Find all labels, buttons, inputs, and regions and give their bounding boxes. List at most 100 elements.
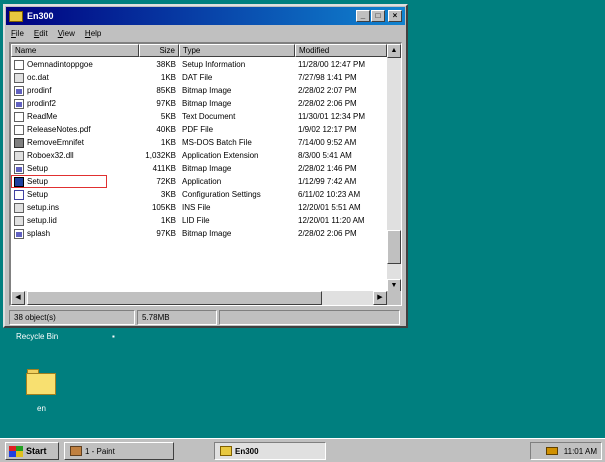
column-size[interactable]: Size: [139, 44, 179, 57]
cfg-file-icon: [14, 189, 24, 200]
file-row[interactable]: RemoveEmnifet 1KB MS-DOS Batch File 7/14/00…: [11, 136, 387, 149]
file-row[interactable]: Setup 72KB Application 1/12/99 7:42 AM: [11, 175, 387, 188]
file-name-cell: setup.ins: [11, 202, 139, 213]
doc-file-icon: [14, 59, 24, 70]
file-name: oc.dat: [27, 73, 49, 82]
file-type: Bitmap Image: [182, 229, 232, 238]
file-name: splash: [27, 229, 51, 238]
close-button[interactable]: ×: [388, 10, 402, 22]
file-row[interactable]: Setup 411KB Bitmap Image 2/28/02 1:46 PM: [11, 162, 387, 175]
bmp-file-icon: [14, 85, 24, 96]
sys-file-icon: [14, 150, 24, 161]
file-size: 1KB: [160, 216, 176, 225]
column-headers: Name Size Type Modified: [11, 44, 387, 57]
file-row[interactable]: Roboex32.dll 1,032KB Application Extension…: [11, 149, 387, 162]
file-type: Text Document: [182, 112, 236, 121]
file-row[interactable]: Oemnadintoppgoe 38KB Setup Information 11/2…: [11, 58, 387, 71]
file-size: 97KB: [156, 229, 176, 238]
file-name: Setup: [27, 164, 48, 173]
app-file-icon: [14, 137, 24, 148]
file-type: Setup Information: [182, 60, 246, 69]
scroll-thumb[interactable]: [387, 230, 401, 264]
file-row[interactable]: ReleaseNotes.pdf 40KB PDF File 1/9/02 12:17…: [11, 123, 387, 136]
status-empty-pane: [219, 310, 400, 325]
maximize-button[interactable]: □: [371, 10, 385, 22]
taskbar-en300-label: En300: [235, 446, 259, 456]
status-object-count: 38 object(s): [9, 310, 135, 325]
file-type: DAT File: [182, 73, 213, 82]
desktop-folder-icon[interactable]: [26, 369, 56, 395]
file-name: ReadMe: [27, 112, 58, 121]
file-size: 1KB: [160, 73, 176, 82]
file-size: 411KB: [152, 164, 176, 173]
file-modified: 11/28/00 12:47 PM: [298, 60, 366, 69]
file-row[interactable]: setup.ins 105KB INS File 12/20/01 5:51 AM: [11, 201, 387, 214]
doc-file-icon: [14, 111, 24, 122]
file-size: 1KB: [160, 138, 176, 147]
desktop-folder-label[interactable]: en: [37, 404, 46, 413]
title-bar[interactable]: En300 _ □ ×: [6, 7, 405, 25]
file-size: 97KB: [156, 99, 176, 108]
file-modified: 2/28/02 2:07 PM: [298, 86, 357, 95]
file-row[interactable]: oc.dat 1KB DAT File 7/27/98 1:41 PM: [11, 71, 387, 84]
file-name: prodinf: [27, 86, 52, 95]
file-type: Configuration Settings: [182, 190, 261, 199]
taskbar-paint-label: 1 - Paint: [85, 446, 115, 456]
vertical-scrollbar[interactable]: ▲ ▼: [387, 44, 401, 293]
file-row[interactable]: ReadMe 5KB Text Document 11/30/01 12:34 PM: [11, 110, 387, 123]
start-label: Start: [26, 446, 47, 456]
system-tray: 11:01 AM: [530, 442, 602, 460]
file-name: Setup: [27, 190, 48, 199]
file-name: prodinf2: [27, 99, 56, 108]
file-modified: 11/30/01 12:34 PM: [298, 112, 366, 121]
bmp-file-icon: [14, 163, 24, 174]
file-type: Bitmap Image: [182, 99, 232, 108]
menu-view[interactable]: View: [58, 29, 75, 38]
file-row[interactable]: setup.lid 1KB LID File 12/20/01 11:20 AM: [11, 214, 387, 227]
taskbar-en300-button[interactable]: En300: [214, 442, 326, 460]
file-modified: 12/20/01 11:20 AM: [298, 216, 365, 225]
hscroll-thumb[interactable]: [27, 291, 322, 305]
file-modified: 12/20/01 5:51 AM: [298, 203, 361, 212]
column-type[interactable]: Type: [179, 44, 295, 57]
file-modified: 1/12/99 7:42 AM: [298, 177, 357, 186]
scroll-left-button[interactable]: ◀: [11, 291, 25, 305]
taskbar-paint-button[interactable]: 1 - Paint: [64, 442, 174, 460]
scroll-up-button[interactable]: ▲: [387, 44, 401, 58]
file-row[interactable]: prodinf 85KB Bitmap Image 2/28/02 2:07 PM: [11, 84, 387, 97]
minimize-button[interactable]: _: [356, 10, 370, 22]
explorer-window: En300 _ □ × File Edit View Help Name Siz…: [3, 4, 408, 328]
recycle-bin-label[interactable]: Recycle Bin: [16, 332, 58, 341]
file-name-cell: Roboex32.dll: [11, 150, 139, 161]
scroll-right-button[interactable]: ▶: [373, 291, 387, 305]
column-modified[interactable]: Modified: [295, 44, 387, 57]
tray-app-icon[interactable]: [545, 447, 558, 455]
file-rows: Oemnadintoppgoe 38KB Setup Information 11/2…: [11, 58, 387, 240]
file-size: 38KB: [156, 60, 176, 69]
folder-icon: [220, 446, 232, 456]
file-name-cell: ReadMe: [11, 111, 139, 122]
file-row[interactable]: splash 97KB Bitmap Image 2/28/02 2:06 PM: [11, 227, 387, 240]
file-modified: 8/3/00 5:41 AM: [298, 151, 352, 160]
menu-edit[interactable]: Edit: [34, 29, 48, 38]
menu-file[interactable]: File: [11, 29, 24, 38]
file-type: Bitmap Image: [182, 164, 232, 173]
file-name-cell: ReleaseNotes.pdf: [11, 124, 139, 135]
horizontal-scrollbar[interactable]: ◀ ▶: [11, 291, 387, 305]
file-name-cell: setup.lid: [11, 215, 139, 226]
file-row[interactable]: Setup 3KB Configuration Settings 6/11/02 10…: [11, 188, 387, 201]
file-row[interactable]: prodinf2 97KB Bitmap Image 2/28/02 2:06 PM: [11, 97, 387, 110]
start-button[interactable]: Start: [5, 442, 59, 460]
file-modified: 2/28/02 2:06 PM: [298, 99, 357, 108]
file-type: INS File: [182, 203, 211, 212]
size-grip[interactable]: [387, 291, 401, 305]
file-type: MS-DOS Batch File: [182, 138, 252, 147]
file-type: Bitmap Image: [182, 86, 232, 95]
menu-help[interactable]: Help: [85, 29, 101, 38]
file-list: Name Size Type Modified Oemnadintoppgoe 3…: [9, 42, 402, 306]
file-name-cell: oc.dat: [11, 72, 139, 83]
file-size: 1,032KB: [145, 151, 176, 160]
column-name[interactable]: Name: [11, 44, 139, 57]
highlight-box: [11, 175, 107, 188]
clock[interactable]: 11:01 AM: [564, 447, 597, 456]
